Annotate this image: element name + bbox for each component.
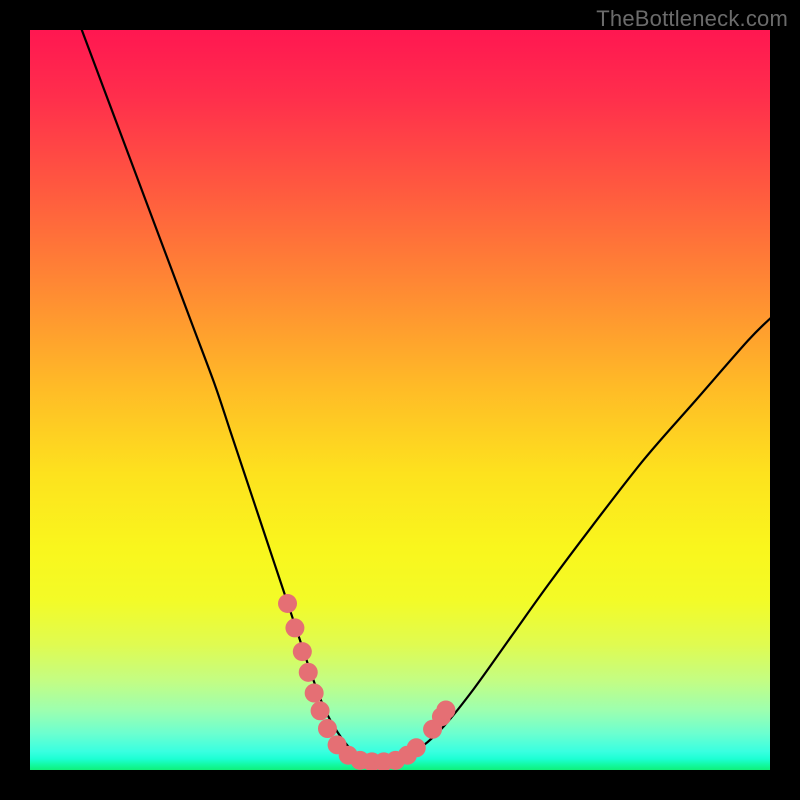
bottleneck-curve-svg [30, 30, 770, 770]
curve-marker [407, 738, 426, 757]
curve-marker [311, 701, 330, 720]
bottleneck-curve-path [82, 30, 770, 761]
curve-marker [285, 618, 304, 637]
chart-frame: TheBottleneck.com [0, 0, 800, 800]
curve-marker [436, 701, 455, 720]
curve-marker [305, 684, 324, 703]
watermark-text: TheBottleneck.com [596, 6, 788, 32]
curve-marker [293, 642, 312, 661]
plot-area [30, 30, 770, 770]
curve-marker [318, 719, 337, 738]
curve-marker [278, 594, 297, 613]
curve-marker [299, 663, 318, 682]
curve-markers-group [278, 594, 455, 770]
